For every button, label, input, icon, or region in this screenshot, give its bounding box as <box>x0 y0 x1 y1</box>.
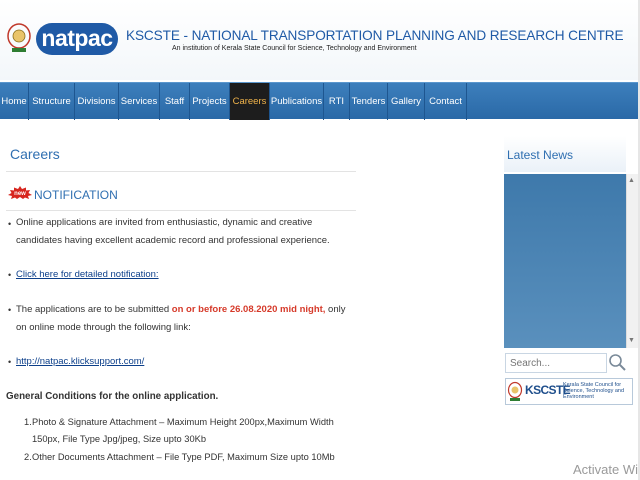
deadline-text-start: The applications are to be submitted <box>16 304 172 315</box>
notification-divider <box>6 210 356 211</box>
kscste-emblem-icon <box>507 381 523 401</box>
notification-link-row: Click here for detailed notification: <box>16 266 356 284</box>
news-scrollbar[interactable] <box>626 174 638 348</box>
detailed-notification-link[interactable]: Click here for detailed notification: <box>16 269 159 280</box>
activate-windows-watermark: Activate Wi <box>573 462 639 477</box>
latest-news-title: Latest News <box>507 148 574 162</box>
application-link-row: http://natpac.klicksupport.com/ <box>16 353 356 371</box>
org-title: KSCSTE - NATIONAL TRANSPORTATION PLANNIN… <box>126 28 624 43</box>
condition-item: Photo & Signature Attachment – Maximum H… <box>32 417 334 444</box>
new-badge-icon: new <box>8 186 32 199</box>
nav-item-staff[interactable]: Staff <box>160 83 190 120</box>
title-divider <box>6 171 356 172</box>
nav-item-tenders[interactable]: Tenders <box>350 83 388 120</box>
nav-item-projects[interactable]: Projects <box>190 83 230 120</box>
nav-item-divisions[interactable]: Divisions <box>75 83 119 120</box>
intro-paragraph: Online applications are invited from ent… <box>16 217 330 246</box>
notification-title: NOTIFICATION <box>34 188 118 202</box>
nav-item-home[interactable]: Home <box>0 83 29 120</box>
natpac-logo[interactable]: natpac <box>36 23 118 55</box>
new-badge-label: new <box>14 191 26 197</box>
nav-item-rti[interactable]: RTI <box>324 83 350 120</box>
bullet-marker: • <box>8 305 12 315</box>
nav-item-publications[interactable]: Publications <box>270 83 324 120</box>
site-header: natpac KSCSTE - NATIONAL TRANSPORTATION … <box>0 0 640 80</box>
general-conditions-heading: General Conditions for the online applic… <box>6 391 219 402</box>
application-portal-link[interactable]: http://natpac.klicksupport.com/ <box>16 356 144 367</box>
condition-item: Other Documents Attachment – File Type P… <box>32 452 335 462</box>
kscste-description: Kerala State Council for Science, Techno… <box>563 382 625 401</box>
search-icon[interactable] <box>607 352 627 372</box>
org-subtitle: An institution of Kerala State Council f… <box>172 45 417 52</box>
nav-item-careers[interactable]: Careers <box>230 83 270 120</box>
bullet-marker: • <box>8 270 12 280</box>
nav-item-structure[interactable]: Structure <box>29 83 75 120</box>
bullet-marker: • <box>8 357 12 367</box>
bullet-marker: • <box>8 219 12 229</box>
news-ticker-panel <box>504 174 626 348</box>
page-title: Careers <box>10 146 60 162</box>
scroll-up-arrow-icon[interactable]: ▲ <box>628 177 635 184</box>
scroll-down-arrow-icon[interactable]: ▼ <box>628 337 635 344</box>
nav-item-contact[interactable]: Contact <box>425 83 467 120</box>
deadline-paragraph: The applications are to be submitted on … <box>16 301 356 337</box>
deadline-date: on or before 26.08.2020 mid night, <box>171 304 326 315</box>
search-input[interactable] <box>505 353 607 373</box>
nav-item-gallery[interactable]: Gallery <box>388 83 425 120</box>
kerala-emblem-icon <box>7 23 31 52</box>
main-nav: Home Structure Divisions Services Staff … <box>0 82 640 120</box>
nav-item-services[interactable]: Services <box>119 83 160 120</box>
